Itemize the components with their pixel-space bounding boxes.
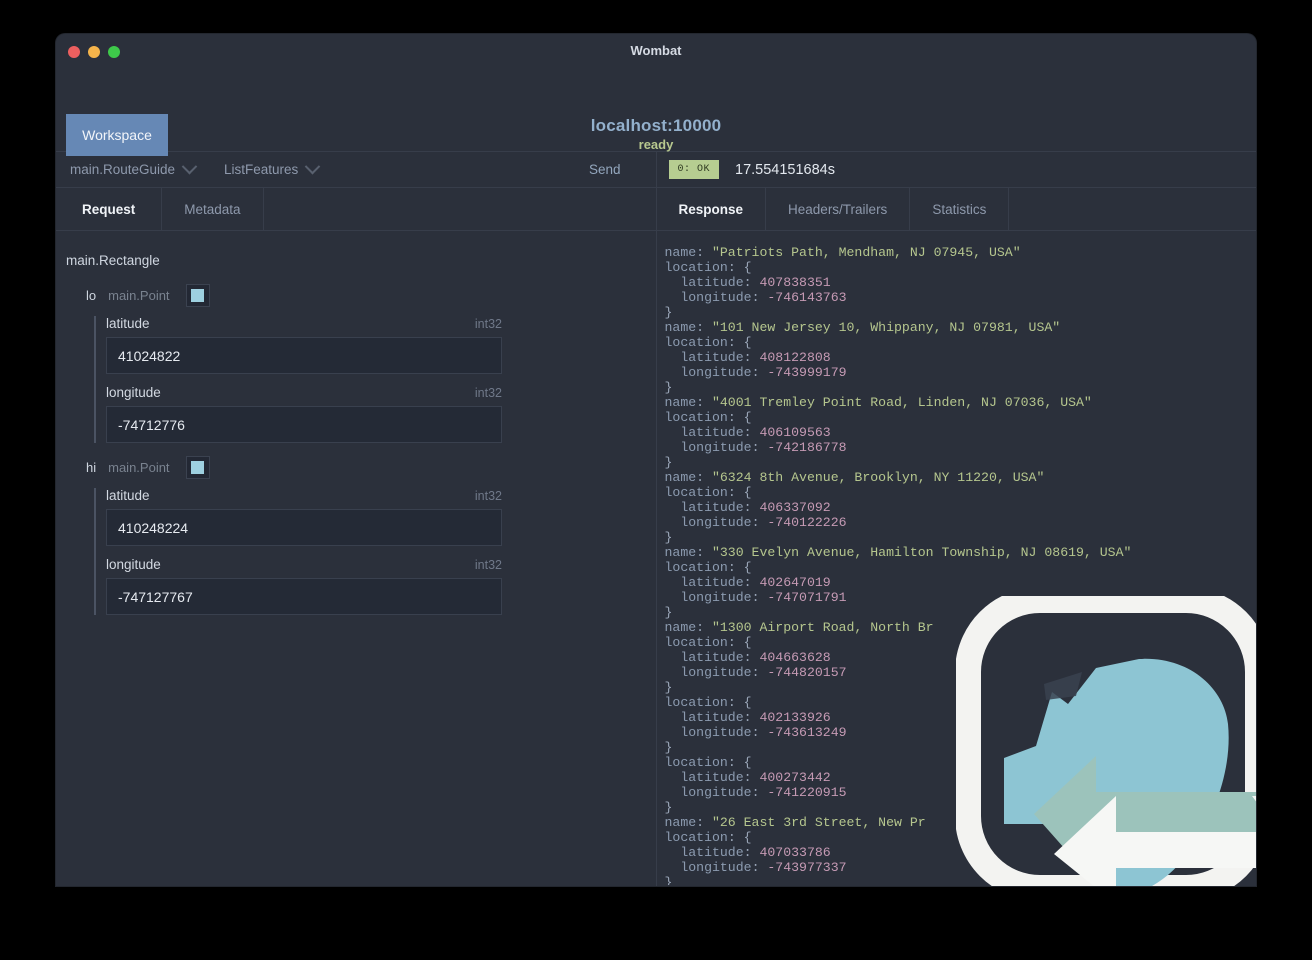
field-longitude-labels: longitude int32 [106, 557, 502, 572]
field-group-hi-checkbox[interactable] [185, 455, 210, 479]
field-type: int32 [474, 489, 502, 503]
tab-headers-trailers[interactable]: Headers/Trailers [766, 188, 911, 230]
service-select[interactable]: main.RouteGuide [70, 158, 198, 177]
field-row: latitude int32 [106, 488, 656, 546]
tab-headers-trailers-label: Headers/Trailers [788, 201, 888, 217]
tab-response[interactable]: Response [657, 188, 767, 230]
service-select-label: main.RouteGuide [70, 162, 176, 177]
chevron-down-icon [181, 158, 198, 175]
method-select[interactable]: ListFeatures [224, 158, 321, 177]
request-form: main.Rectangle lo main.Point latitude in… [56, 231, 656, 886]
connection-status: localhost:10000 ready [56, 116, 1256, 152]
field-group-lo-header: lo main.Point [86, 282, 656, 308]
tab-response-label: Response [678, 201, 744, 217]
request-tabs: Request Metadata [56, 188, 656, 231]
field-group-lo-name: lo [86, 287, 97, 303]
field-group-hi-type: main.Point [108, 459, 170, 475]
field-input-hi-longitude[interactable] [106, 578, 502, 615]
field-group-lo-fields: latitude int32 longitude int32 [94, 316, 656, 443]
field-label: latitude [106, 316, 150, 331]
request-pane: main.RouteGuide ListFeatures Send Reques… [56, 152, 656, 886]
tab-metadata[interactable]: Metadata [162, 188, 264, 230]
tab-request-label: Request [82, 201, 136, 217]
response-output[interactable]: name: "Patriots Path, Mendham, NJ 07945,… [657, 231, 1257, 885]
field-label: longitude [106, 385, 161, 400]
tab-metadata-label: Metadata [184, 201, 241, 217]
field-group-hi-name: hi [86, 459, 97, 475]
field-input-lo-longitude[interactable] [106, 406, 502, 443]
field-latitude-labels: latitude int32 [106, 316, 502, 331]
field-type: int32 [474, 386, 502, 400]
checkbox-check-icon [191, 460, 205, 474]
field-group-lo-type: main.Point [108, 287, 170, 303]
send-button[interactable]: Send [583, 161, 627, 178]
request-action-bar: main.RouteGuide ListFeatures Send [56, 152, 656, 188]
tab-request[interactable]: Request [56, 188, 163, 230]
response-pane: 0: OK 17.554151684s Response Headers/Tra… [655, 152, 1257, 886]
tab-statistics[interactable]: Statistics [910, 188, 1010, 230]
field-group-lo: lo main.Point latitude int32 41024822 lo… [86, 282, 656, 443]
method-select-label: ListFeatures [224, 162, 299, 177]
field-latitude-labels: latitude int32 [106, 488, 502, 503]
field-row: longitude int32 [106, 557, 656, 615]
field-label: longitude [106, 557, 161, 572]
connection-host: localhost:10000 [590, 116, 722, 135]
connection-state: ready [638, 137, 674, 152]
response-status-bar: 0: OK 17.554151684s [656, 152, 1256, 188]
title-bar: Wombat [56, 34, 1256, 70]
response-tabs: Response Headers/Trailers Statistics [656, 188, 1256, 231]
field-group-hi-fields: latitude int32 longitude int32 [94, 488, 656, 615]
window-title: Wombat [630, 43, 682, 58]
field-input-hi-latitude[interactable] [106, 509, 502, 546]
response-body: name: "Patriots Path, Mendham, NJ 07945,… [664, 245, 1132, 885]
checkbox-check-icon [191, 288, 205, 302]
field-type: int32 [474, 558, 502, 572]
status-badge: 0: OK [668, 160, 720, 179]
chevron-down-icon [305, 158, 321, 175]
field-row: longitude int32 [106, 385, 656, 443]
elapsed-time: 17.554151684s [735, 161, 836, 178]
tab-statistics-label: Statistics [932, 201, 987, 217]
field-type: int32 [474, 317, 502, 331]
body-split: main.RouteGuide ListFeatures Send Reques… [56, 152, 1256, 886]
field-group-hi-header: hi main.Point [86, 454, 656, 480]
app-window: Wombat Workspace localhost:10000 ready m… [56, 34, 1256, 886]
field-group-hi: hi main.Point latitude int32 410248224 l… [86, 454, 656, 615]
app-header: Workspace localhost:10000 ready [56, 70, 1256, 156]
field-group-lo-checkbox[interactable] [185, 283, 210, 307]
field-row: latitude int32 [106, 316, 656, 374]
field-label: latitude [106, 488, 150, 503]
field-longitude-labels: longitude int32 [106, 385, 502, 400]
message-type-label: main.Rectangle [66, 253, 160, 268]
field-input-lo-latitude[interactable] [106, 337, 502, 374]
